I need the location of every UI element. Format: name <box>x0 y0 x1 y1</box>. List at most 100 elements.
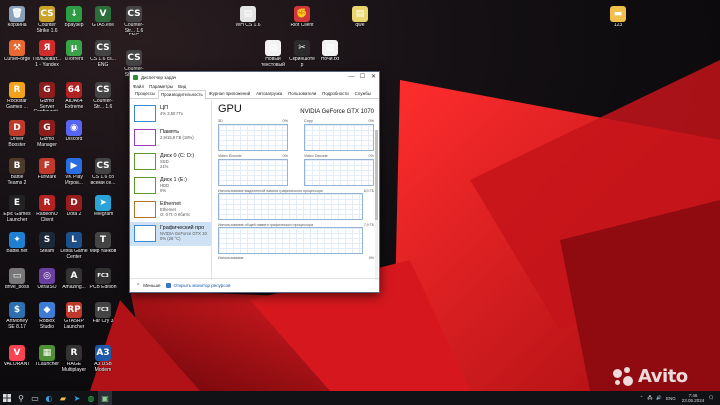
desktop-icon[interactable]: FC3 Far Cry 3 <box>89 302 117 331</box>
minimize-button[interactable]: — <box>346 72 357 82</box>
explorer-icon[interactable]: ▰ <box>56 391 70 405</box>
desktop-icon[interactable]: ✂ Скриншотер <box>288 40 316 69</box>
tab-performance[interactable]: Производительность <box>158 90 206 99</box>
start-button[interactable] <box>0 391 14 405</box>
desktop-icon[interactable]: Я Пользоват... 1 - Yandex <box>33 40 61 69</box>
open-resource-monitor-link[interactable]: Открыть монитор ресурсов <box>173 283 230 288</box>
network-icon[interactable]: 🖧 <box>647 394 652 402</box>
desktop-icon[interactable]: ◆ Roblox Studio <box>33 302 61 331</box>
resource-item[interactable]: Ethernet Ethernet О: 0 П: 0 Кбит/с <box>130 198 211 222</box>
engine-video-decode-label[interactable]: Video Decode <box>304 154 328 158</box>
app-icon: S <box>39 232 55 248</box>
resource-item[interactable]: Диск 0 (C: D:) SSD 21% <box>130 150 211 174</box>
engine-3d-label[interactable]: 3D <box>218 119 223 123</box>
less-details-button[interactable]: Меньше <box>143 283 160 288</box>
desktop-icon[interactable]: CS CS 1.6 cs... ENG <box>89 40 117 69</box>
desktop-icon[interactable]: F FurMark <box>33 158 61 187</box>
desktop-icon[interactable]: ↓ Браузер <box>60 6 88 35</box>
desktop-icon[interactable]: ◉ Discord <box>60 120 88 149</box>
desktop-icon[interactable]: FC3 PCB Edition <box>89 268 117 297</box>
desktop-icon[interactable]: R RadeonO Client <box>33 195 61 224</box>
menu-view[interactable]: Вид <box>178 84 186 89</box>
desktop-icon[interactable]: CS CS 1.6 со всеми се... <box>89 158 117 187</box>
volume-icon[interactable]: 🔊 <box>656 395 662 401</box>
desktop-icon[interactable]: 🗑 Корзина <box>3 6 31 35</box>
desktop-icon-label: A3 USB Modem <box>94 362 112 373</box>
desktop-icon[interactable]: ▦ TLauncher <box>33 345 61 374</box>
desktop-icon[interactable]: Т Мир танков <box>89 232 117 261</box>
engine-copy-label[interactable]: Copy <box>304 119 313 123</box>
desktop-icon[interactable]: A Amazing... <box>60 268 88 297</box>
detail-scrollbar[interactable] <box>375 130 378 280</box>
resource-item[interactable]: Графический про NVIDIA GeForce GTX 10 0% (… <box>130 222 211 246</box>
clock[interactable]: 7:46 23.05.2024 <box>682 393 705 403</box>
tab-services[interactable]: Службы <box>352 89 374 98</box>
close-button[interactable]: ✕ <box>368 72 379 82</box>
desktop-icon[interactable]: B Battle Teams 2 <box>3 158 31 187</box>
app-icon: ◉ <box>66 120 82 136</box>
tab-processes[interactable]: Процессы <box>132 89 158 98</box>
desktop-icon[interactable]: D Dota 2 <box>60 195 88 224</box>
menu-options[interactable]: Параметры <box>149 84 173 89</box>
desktop-icon[interactable]: ▶ VK Play Игров... <box>60 158 88 187</box>
tab-startup[interactable]: Автозагрузка <box>253 89 285 98</box>
tab-app-history[interactable]: Журнал приложений <box>206 89 253 98</box>
tab-users[interactable]: Пользователи <box>285 89 319 98</box>
app-icon: ◆ <box>39 302 55 318</box>
desktop-icon[interactable]: ▤Новый текстовый ... <box>259 40 287 69</box>
desktop-icon[interactable]: L Lesta Game Center <box>60 232 88 261</box>
desktop-icon[interactable]: ▭ drive_boss <box>3 268 31 297</box>
search-icon[interactable]: ⚲ <box>14 391 28 405</box>
dedicated-memory-label: Использование выделенной памяти графичес… <box>218 189 323 193</box>
desktop-icon[interactable]: ◎ UltraISO <box>33 268 61 297</box>
title-bar[interactable]: Диспетчер задач — ☐ ✕ <box>130 72 379 82</box>
language-indicator[interactable]: ENG <box>666 396 676 401</box>
desktop-icon[interactable]: D Driver Booster <box>3 120 31 149</box>
tab-details[interactable]: Подробности <box>319 89 351 98</box>
chevron-up-icon[interactable]: ⌃ <box>136 283 140 289</box>
menu-file[interactable]: Файл <box>133 84 144 89</box>
edge-icon[interactable]: ◐ <box>42 391 56 405</box>
desktop-icon[interactable]: R Rockstar Games ... <box>3 82 31 111</box>
engine-video-encode-label[interactable]: Video Encode <box>218 154 242 158</box>
desktop-icon[interactable]: GGizmo Server Configurati... <box>33 82 61 111</box>
telegram-icon[interactable]: ➤ <box>70 391 84 405</box>
desktop-icon[interactable]: RP GTA5RP Launcher <box>60 302 88 331</box>
resource-item[interactable]: ЦП 4% 3,50 ГГц <box>130 102 211 126</box>
desktop-icon[interactable]: R RAGE Multiplayer <box>60 345 88 374</box>
app-icon: Я <box>39 40 55 56</box>
desktop-icon[interactable]: ⚒ CurseForge <box>3 40 31 69</box>
desktop-icon[interactable]: V GTA5.exe <box>89 6 117 35</box>
desktop-icon[interactable]: A3 A3 USB Modem <box>89 345 117 374</box>
desktop-icon[interactable]: CS Counter-Str... 1.6 <box>89 82 117 111</box>
desktop-icon[interactable]: $ ArtMoney SE 8.17 <box>3 302 31 331</box>
desktop-icon[interactable]: µ uTorrent <box>60 40 88 69</box>
desktop-icon[interactable]: CS Counter Strike 1.6 <box>33 6 61 35</box>
desktop-icon[interactable]: E Epic Games Launcher <box>3 195 31 224</box>
resource-item[interactable]: Диск 1 (E:) HDD 0% <box>130 174 211 198</box>
task-view-icon[interactable]: ▭ <box>28 391 42 405</box>
desktop-icon[interactable]: ▬ 123 <box>604 6 632 35</box>
app-icon: ◎ <box>39 268 55 284</box>
resource-item[interactable]: Память 2,9/15,9 ГБ (18%) <box>130 126 211 150</box>
resource-sub1: 4% 3,50 ГГц <box>160 111 184 116</box>
task-manager-taskbar-icon[interactable]: ▣ <box>98 391 112 405</box>
desktop-icon[interactable]: G Gizmo Manager <box>33 120 61 149</box>
desktop-icon[interactable]: S Steam <box>33 232 61 261</box>
desktop-icon-label: uTorrent <box>64 57 84 62</box>
notifications-icon[interactable]: 🗨 <box>708 395 714 401</box>
shared-memory-label: Использование общей памяти графического … <box>218 223 314 227</box>
chevron-up-icon[interactable]: ⌃ <box>640 395 644 401</box>
desktop-icon[interactable]: V VALORANT <box>3 345 31 374</box>
desktop-icon[interactable]: ▤ WH CS 1.6 <box>234 6 262 35</box>
maximize-button[interactable]: ☐ <box>357 72 368 82</box>
desktop-icon[interactable]: ▤ Ночи.txt <box>316 40 344 69</box>
desktop-icon[interactable]: ➤ Telegram <box>89 195 117 224</box>
desktop-icon[interactable]: 64 AIDA64 Extreme <box>60 82 88 111</box>
scrollbar-thumb[interactable] <box>375 130 378 220</box>
desktop-icon[interactable]: CSCounter-Str... 1.6 ENG <box>120 6 148 35</box>
desktop-icon[interactable]: ✦ Battle.net <box>3 232 31 261</box>
whatsapp-icon[interactable]: ◍ <box>84 391 98 405</box>
desktop-icon[interactable]: ✊ Riot Client <box>288 6 316 35</box>
desktop-icon[interactable]: ▤ qwe <box>346 6 374 35</box>
